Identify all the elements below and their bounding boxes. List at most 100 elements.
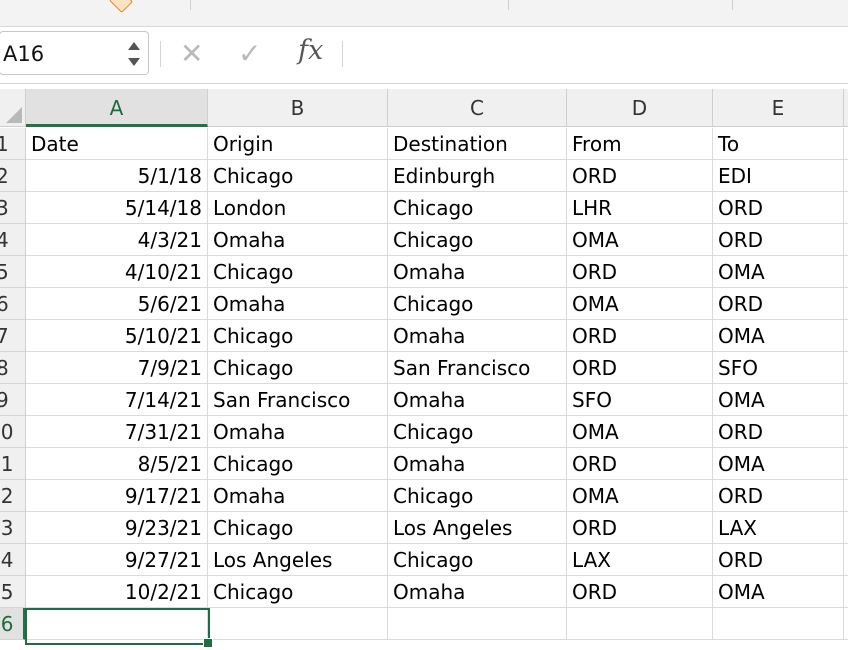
fx-icon[interactable]: fx [298, 35, 323, 66]
cell-a11[interactable]: 8/5/21 [26, 448, 208, 480]
column-header-a[interactable]: A [26, 89, 208, 127]
cell-d1[interactable]: From [567, 128, 713, 160]
column-header-overflow[interactable] [844, 89, 848, 127]
cell-c7[interactable]: Omaha [388, 320, 567, 352]
cell-e15[interactable]: OMA [713, 576, 844, 608]
row-header-2[interactable]: 2 [0, 160, 26, 192]
row-header-10[interactable]: 10 [0, 416, 26, 448]
cell-e14[interactable]: ORD [713, 544, 844, 576]
cell-b3[interactable]: London [208, 192, 388, 224]
cell-d16[interactable] [567, 608, 713, 640]
cell-e11[interactable]: OMA [713, 448, 844, 480]
row-header-3[interactable]: 3 [0, 192, 26, 224]
cell-d5[interactable]: ORD [567, 256, 713, 288]
cell-d12[interactable]: OMA [567, 480, 713, 512]
row-header-15[interactable]: 15 [0, 576, 26, 608]
cell-a1[interactable]: Date [26, 128, 208, 160]
cell-overflow[interactable] [844, 160, 848, 192]
cell-e9[interactable]: OMA [713, 384, 844, 416]
cell-e3[interactable]: ORD [713, 192, 844, 224]
cell-a13[interactable]: 9/23/21 [26, 512, 208, 544]
cell-b8[interactable]: Chicago [208, 352, 388, 384]
cell-e2[interactable]: EDI [713, 160, 844, 192]
cell-b11[interactable]: Chicago [208, 448, 388, 480]
row-header-8[interactable]: 8 [0, 352, 26, 384]
cell-a9[interactable]: 7/14/21 [26, 384, 208, 416]
cell-d6[interactable]: OMA [567, 288, 713, 320]
cell-b7[interactable]: Chicago [208, 320, 388, 352]
column-header-c[interactable]: C [388, 89, 567, 127]
cell-b9[interactable]: San Francisco [208, 384, 388, 416]
cell-a8[interactable]: 7/9/21 [26, 352, 208, 384]
row-header-16[interactable]: 16 [0, 608, 26, 640]
cell-d14[interactable]: LAX [567, 544, 713, 576]
cell-c2[interactable]: Edinburgh [388, 160, 567, 192]
cell-e7[interactable]: OMA [713, 320, 844, 352]
cell-b13[interactable]: Chicago [208, 512, 388, 544]
cell-a12[interactable]: 9/17/21 [26, 480, 208, 512]
cell-d7[interactable]: ORD [567, 320, 713, 352]
row-header-5[interactable]: 5 [0, 256, 26, 288]
cell-e8[interactable]: SFO [713, 352, 844, 384]
cell-c4[interactable]: Chicago [388, 224, 567, 256]
checkmark-icon[interactable]: ✓ [238, 37, 261, 70]
cell-b5[interactable]: Chicago [208, 256, 388, 288]
cell-overflow[interactable] [844, 352, 848, 384]
stepper-arrows-icon[interactable] [126, 38, 142, 70]
cell-a4[interactable]: 4/3/21 [26, 224, 208, 256]
cell-e4[interactable]: ORD [713, 224, 844, 256]
cell-overflow[interactable] [844, 448, 848, 480]
cell-overflow[interactable] [844, 480, 848, 512]
cell-overflow[interactable] [844, 320, 848, 352]
cell-c8[interactable]: San Francisco [388, 352, 567, 384]
row-header-4[interactable]: 4 [0, 224, 26, 256]
cell-b15[interactable]: Chicago [208, 576, 388, 608]
cell-overflow[interactable] [844, 576, 848, 608]
select-all-button[interactable] [0, 89, 26, 127]
cell-d9[interactable]: SFO [567, 384, 713, 416]
cell-e5[interactable]: OMA [713, 256, 844, 288]
cell-c3[interactable]: Chicago [388, 192, 567, 224]
cell-d11[interactable]: ORD [567, 448, 713, 480]
formula-input[interactable] [352, 35, 842, 75]
cell-c14[interactable]: Chicago [388, 544, 567, 576]
row-header-7[interactable]: 7 [0, 320, 26, 352]
cell-e10[interactable]: ORD [713, 416, 844, 448]
cell-b14[interactable]: Los Angeles [208, 544, 388, 576]
row-header-6[interactable]: 6 [0, 288, 26, 320]
column-header-b[interactable]: B [208, 89, 388, 127]
cell-b2[interactable]: Chicago [208, 160, 388, 192]
cell-c10[interactable]: Chicago [388, 416, 567, 448]
name-box[interactable]: A16 [0, 31, 149, 75]
cell-e1[interactable]: To [713, 128, 844, 160]
row-header-13[interactable]: 13 [0, 512, 26, 544]
cell-d15[interactable]: ORD [567, 576, 713, 608]
row-header-9[interactable]: 9 [0, 384, 26, 416]
cell-a7[interactable]: 5/10/21 [26, 320, 208, 352]
format-painter-icon[interactable] [108, 0, 134, 14]
cell-d10[interactable]: OMA [567, 416, 713, 448]
cell-a10[interactable]: 7/31/21 [26, 416, 208, 448]
column-header-e[interactable]: E [713, 89, 844, 127]
cell-a5[interactable]: 4/10/21 [26, 256, 208, 288]
cell-e16[interactable] [713, 608, 844, 640]
cell-a16[interactable] [26, 608, 208, 640]
cell-overflow[interactable] [844, 512, 848, 544]
cell-c11[interactable]: Omaha [388, 448, 567, 480]
cell-overflow[interactable] [844, 384, 848, 416]
cell-a2[interactable]: 5/1/18 [26, 160, 208, 192]
cell-e6[interactable]: ORD [713, 288, 844, 320]
cell-overflow[interactable] [844, 416, 848, 448]
cell-overflow[interactable] [844, 128, 848, 160]
cell-overflow[interactable] [844, 544, 848, 576]
cell-a6[interactable]: 5/6/21 [26, 288, 208, 320]
row-header-14[interactable]: 14 [0, 544, 26, 576]
cell-overflow[interactable] [844, 256, 848, 288]
cell-a15[interactable]: 10/2/21 [26, 576, 208, 608]
close-icon[interactable]: ✕ [180, 37, 203, 70]
cell-b12[interactable]: Omaha [208, 480, 388, 512]
cell-b1[interactable]: Origin [208, 128, 388, 160]
cell-a14[interactable]: 9/27/21 [26, 544, 208, 576]
cell-c1[interactable]: Destination [388, 128, 567, 160]
cell-a3[interactable]: 5/14/18 [26, 192, 208, 224]
